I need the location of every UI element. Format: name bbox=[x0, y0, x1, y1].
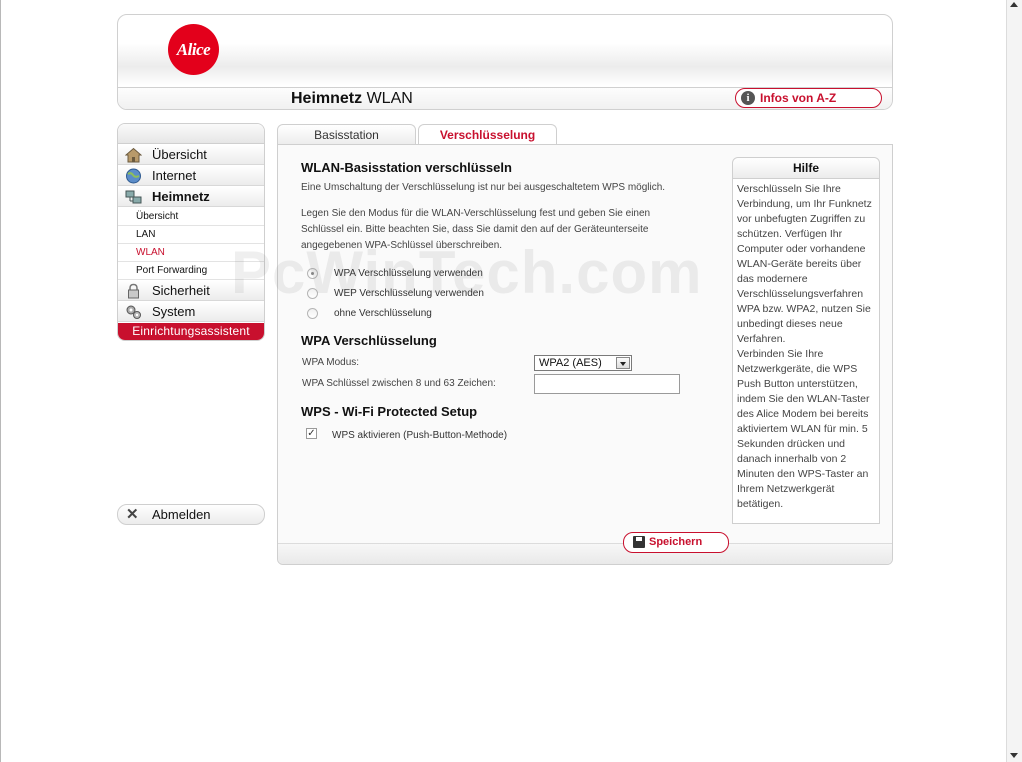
sidebar-subitem-lan[interactable]: LAN bbox=[118, 226, 264, 244]
radio-none[interactable] bbox=[307, 308, 318, 319]
scroll-up-arrow-icon[interactable] bbox=[1010, 2, 1018, 7]
globe-icon bbox=[126, 168, 141, 184]
radio-wpa-label: WPA Verschlüsselung verwenden bbox=[334, 268, 483, 279]
radio-wep[interactable] bbox=[307, 288, 318, 299]
sidebar-subitem-port-forwarding[interactable]: Port Forwarding bbox=[118, 262, 264, 280]
infos-a-z-button[interactable]: i Infos von A-Z bbox=[735, 88, 882, 108]
help-box: Hilfe Verschlüsseln Sie Ihre Verbindung,… bbox=[732, 157, 880, 524]
setup-assistant-button[interactable]: Einrichtungsassistent bbox=[118, 323, 264, 340]
scroll-down-arrow-icon[interactable] bbox=[1010, 753, 1018, 758]
sidebar-item-sicherheit[interactable]: Sicherheit bbox=[118, 281, 264, 301]
save-button[interactable]: Speichern bbox=[623, 532, 729, 553]
info-icon: i bbox=[741, 91, 755, 105]
checkmark-icon: ✓ bbox=[307, 428, 316, 439]
radio-wep-label: WEP Verschlüsselung verwenden bbox=[334, 288, 484, 299]
wps-note: Eine Umschaltung der Verschlüsselung ist… bbox=[301, 182, 666, 193]
wps-checkbox[interactable]: ✓ bbox=[306, 428, 317, 439]
network-icon bbox=[125, 190, 142, 204]
page-title: Heimnetz WLAN bbox=[291, 90, 413, 107]
tab-basisstation[interactable]: Basisstation bbox=[277, 124, 416, 145]
wps-checkbox-label: WPS aktivieren (Push-Button-Methode) bbox=[332, 430, 508, 441]
help-title: Hilfe bbox=[733, 158, 879, 179]
wpa-mode-label: WPA Modus: bbox=[302, 357, 360, 368]
intro-text-1: Legen Sie den Modus für die WLAN-Verschl… bbox=[301, 208, 651, 219]
header: Alice Heimnetz WLAN i Infos von A-Z bbox=[117, 14, 893, 110]
sidebar-subitem-wlan[interactable]: WLAN bbox=[118, 244, 264, 262]
alice-logo[interactable]: Alice bbox=[168, 24, 219, 75]
radio-none-label: ohne Verschlüsselung bbox=[334, 308, 432, 319]
floppy-disk-icon bbox=[633, 536, 645, 548]
wpa-key-input[interactable] bbox=[534, 374, 680, 394]
sidebar-subitem-uebersicht[interactable]: Übersicht bbox=[118, 208, 264, 226]
sidebar-item-system[interactable]: System bbox=[118, 302, 264, 322]
section-heading-wpa: WPA Verschlüsselung bbox=[301, 333, 437, 348]
vertical-scrollbar[interactable] bbox=[1006, 0, 1022, 762]
wpa-mode-select[interactable]: WPA2 (AES) bbox=[534, 355, 632, 371]
section-heading-wps: WPS - Wi-Fi Protected Setup bbox=[301, 404, 478, 419]
gears-icon bbox=[126, 305, 141, 319]
close-icon: ✕ bbox=[126, 506, 139, 523]
help-text: Verschlüsseln Sie Ihre Verbindung, um Ih… bbox=[737, 183, 872, 510]
logout-button[interactable]: ✕ Abmelden bbox=[117, 504, 265, 525]
intro-text-3: angegebenen WPA-Schlüssel überschreiben. bbox=[301, 240, 503, 251]
sidebar-nav: Übersicht Internet Heimnetz Übersicht LA… bbox=[117, 123, 265, 341]
tab-verschluesselung[interactable]: Verschlüsselung bbox=[418, 124, 557, 146]
panel-footer: Speichern bbox=[278, 532, 892, 564]
lock-icon bbox=[128, 283, 139, 299]
intro-text-2: Schlüssel ein. Bitte beachten Sie, dass … bbox=[301, 224, 649, 235]
chevron-down-icon bbox=[616, 357, 630, 369]
sidebar-item-internet[interactable]: Internet bbox=[118, 166, 264, 186]
sidebar-item-heimnetz[interactable]: Heimnetz bbox=[118, 187, 264, 207]
sidebar-item-uebersicht[interactable]: Übersicht bbox=[118, 145, 264, 165]
home-icon bbox=[125, 147, 142, 163]
section-heading-encrypt: WLAN-Basisstation verschlüsseln bbox=[301, 160, 512, 175]
wpa-key-label: WPA Schlüssel zwischen 8 und 63 Zeichen: bbox=[302, 378, 496, 389]
radio-wpa[interactable] bbox=[307, 268, 318, 279]
